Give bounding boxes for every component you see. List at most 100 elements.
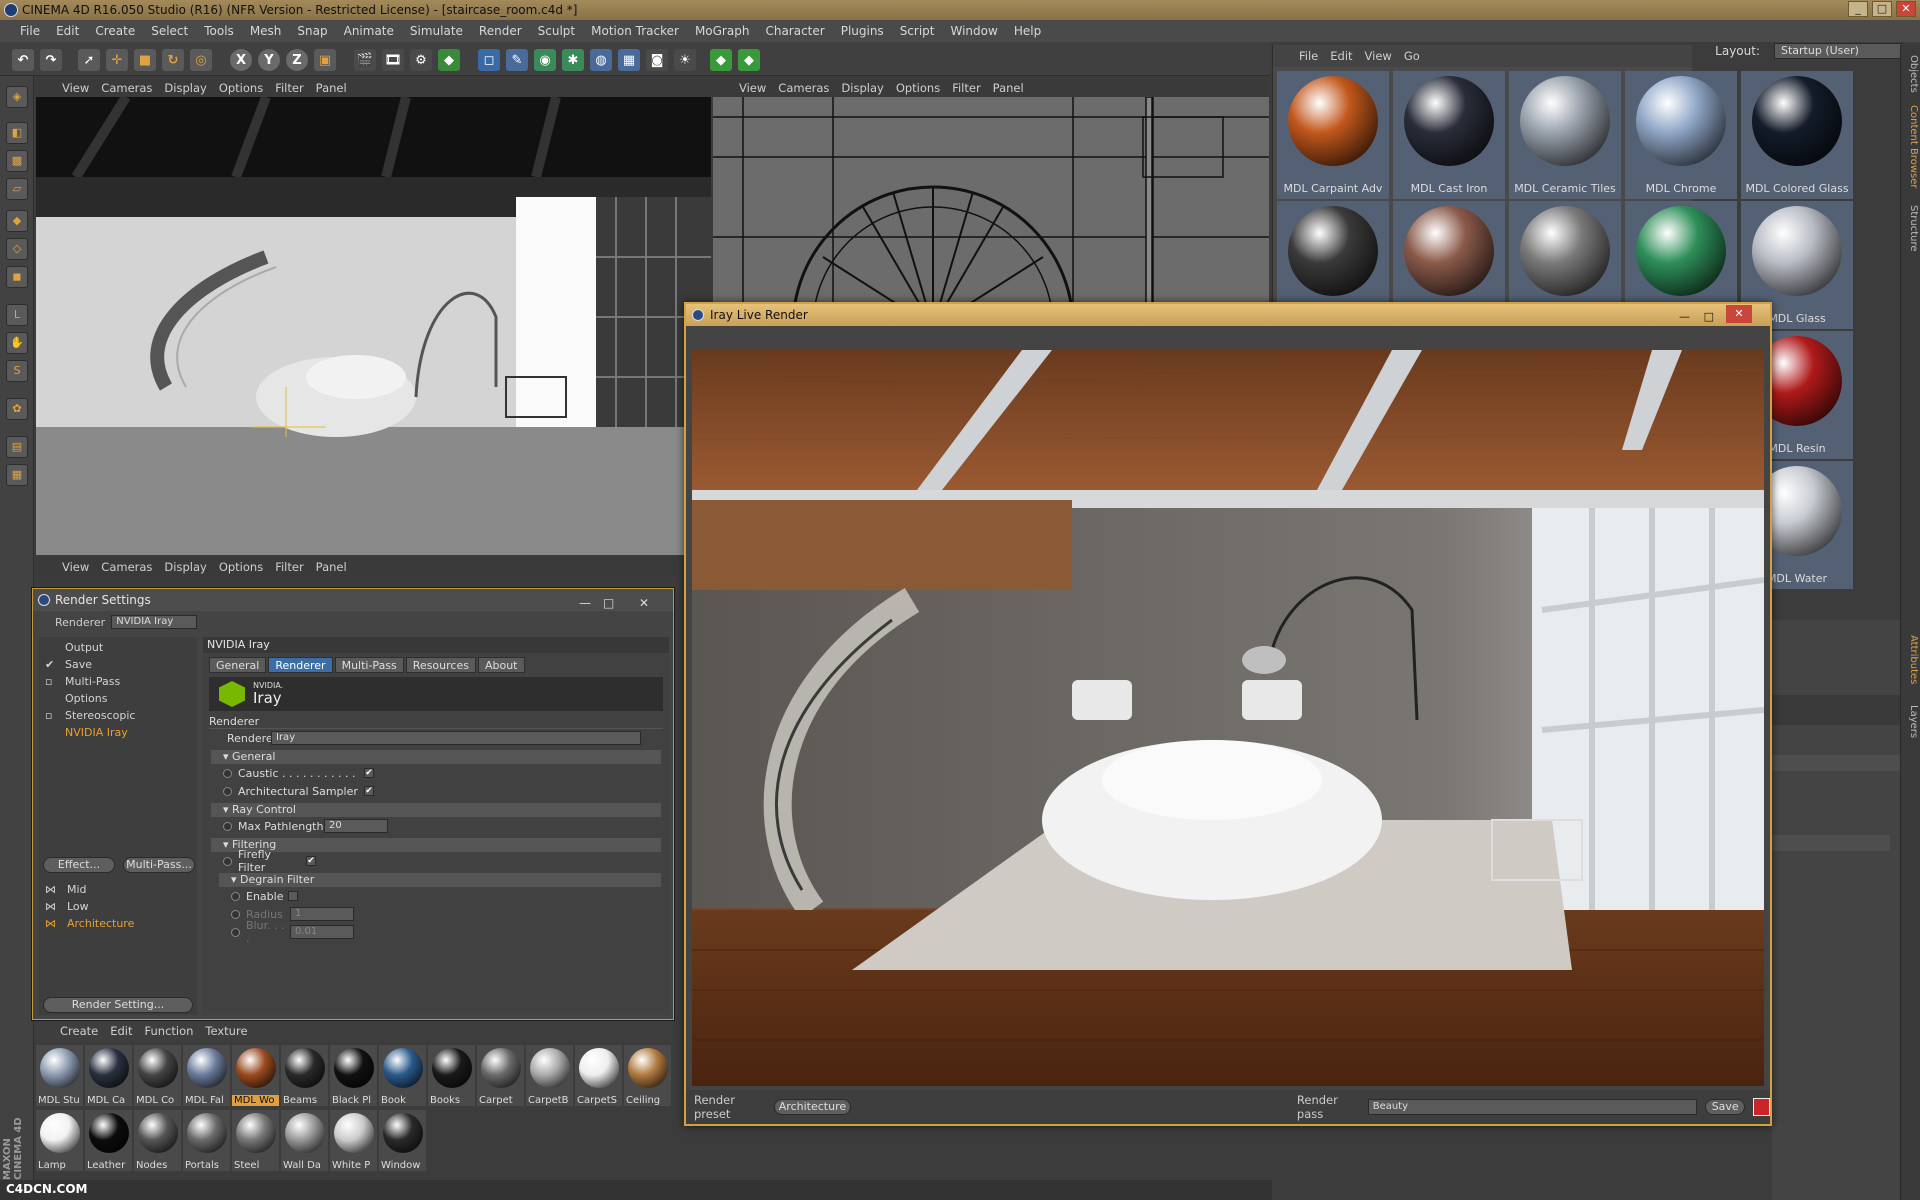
menu-simulate[interactable]: Simulate	[402, 24, 471, 38]
render-preset-button[interactable]: Architecture	[774, 1099, 851, 1115]
rs-close-button[interactable]: ✕	[639, 592, 649, 614]
degrain-section[interactable]: ▾ Degrain Filter	[219, 873, 661, 887]
rotate-icon[interactable]: ↻	[162, 49, 184, 71]
menu-render[interactable]: Render	[471, 24, 530, 38]
menu-create[interactable]: Create	[87, 24, 143, 38]
vp3-menu-options[interactable]: Options	[213, 560, 269, 574]
tree-nvidia-iray[interactable]: NVIDIA Iray	[45, 724, 197, 741]
arch-sampler-anim-icon[interactable]	[223, 786, 232, 796]
edges-mode-icon[interactable]: ◇	[6, 238, 28, 260]
camera-icon[interactable]: ◙	[646, 49, 668, 71]
vp-menu-filter[interactable]: Filter	[269, 81, 309, 95]
tree-output[interactable]: Output	[45, 639, 197, 656]
material-item[interactable]: MDL Wo	[232, 1045, 279, 1106]
tab-layers[interactable]: Layers	[1903, 705, 1919, 738]
vp3-menu-cameras[interactable]: Cameras	[95, 560, 158, 574]
save-button[interactable]: Save	[1705, 1099, 1746, 1115]
firefly-anim-icon[interactable]	[223, 856, 232, 866]
layout-select[interactable]: Startup (User)	[1774, 43, 1902, 59]
undo-icon[interactable]: ↶	[12, 49, 34, 71]
vp2-menu-options[interactable]: Options	[890, 81, 946, 95]
viewport-perspective[interactable]: View Cameras Display Options Filter Pane…	[36, 79, 711, 555]
vp-menu-options[interactable]: Options	[213, 81, 269, 95]
menu-window[interactable]: Window	[943, 24, 1006, 38]
light-icon[interactable]: ☀	[674, 49, 696, 71]
render-settings-icon[interactable]: ⚙	[410, 49, 432, 71]
renderer-select[interactable]: NVIDIA Iray	[111, 615, 198, 629]
ray-control-section[interactable]: ▾ Ray Control	[211, 803, 661, 817]
vp3-menu-filter[interactable]: Filter	[269, 560, 309, 574]
iray-render-icon[interactable]: ◆	[438, 49, 460, 71]
floor-icon[interactable]: ▦	[618, 49, 640, 71]
z-axis-icon[interactable]: Z	[286, 49, 308, 71]
tree-options[interactable]: Options	[45, 690, 197, 707]
minimize-button[interactable]: _	[1848, 1, 1868, 17]
cb-menu-view[interactable]: View	[1359, 49, 1398, 63]
effect-button[interactable]: Effect...	[43, 857, 115, 873]
subdivision-icon[interactable]: ◉	[534, 49, 556, 71]
mat-menu-edit[interactable]: Edit	[104, 1024, 138, 1038]
vp2-menu-display[interactable]: Display	[835, 81, 889, 95]
max-path-field[interactable]: 20	[324, 819, 388, 833]
material-item[interactable]: Window	[379, 1110, 426, 1171]
recent-tool-icon[interactable]: ◎	[190, 49, 212, 71]
content-browser-item[interactable]: MDL Cast Iron	[1393, 71, 1505, 199]
caustic-checkbox[interactable]: ✔	[364, 768, 374, 778]
multipass-button[interactable]: Multi-Pass...	[123, 857, 195, 873]
menu-plugins[interactable]: Plugins	[833, 24, 892, 38]
menu-file[interactable]: File	[12, 24, 48, 38]
max-path-anim-icon[interactable]	[223, 821, 232, 831]
render-setting-button[interactable]: Render Setting...	[43, 997, 193, 1013]
arch-sampler-checkbox[interactable]: ✔	[364, 786, 374, 796]
rs-minimize-button[interactable]: —	[579, 592, 591, 614]
deformer-icon[interactable]: ◍	[590, 49, 612, 71]
render-picture-viewer-icon[interactable]: 🎞	[382, 49, 404, 71]
scale-icon[interactable]: ■	[134, 49, 156, 71]
tree-stereoscopic[interactable]: ▫ Stereoscopic	[45, 707, 197, 724]
material-item[interactable]: Black Pl	[330, 1045, 377, 1106]
material-item[interactable]: Carpet	[477, 1045, 524, 1106]
rs-maximize-button[interactable]: □	[603, 592, 614, 614]
tab-objects[interactable]: Objects	[1903, 55, 1919, 93]
material-item[interactable]: MDL Co	[134, 1045, 181, 1106]
menu-script[interactable]: Script	[892, 24, 943, 38]
layer-icon[interactable]: ▦	[6, 464, 28, 486]
iray-material-icon[interactable]: ◆	[710, 49, 732, 71]
points-mode-icon[interactable]: ◆	[6, 210, 28, 232]
cb-menu-file[interactable]: File	[1293, 49, 1324, 63]
y-axis-icon[interactable]: Y	[258, 49, 280, 71]
material-item[interactable]: Beams	[281, 1045, 328, 1106]
vp2-menu-panel[interactable]: Panel	[987, 81, 1030, 95]
vp3-menu-view[interactable]: View	[56, 560, 95, 574]
redo-icon[interactable]: ↷	[40, 49, 62, 71]
tab-renderer[interactable]: Renderer	[268, 657, 333, 673]
cloner-icon[interactable]: ✱	[562, 49, 584, 71]
tab-general[interactable]: General	[209, 657, 267, 673]
texture-mode-icon[interactable]: ▩	[6, 150, 28, 172]
material-item[interactable]: MDL Fal	[183, 1045, 230, 1106]
iray-close-button[interactable]: ✕	[1726, 305, 1752, 323]
maximize-button[interactable]: □	[1872, 1, 1892, 17]
tab-multipass[interactable]: Multi-Pass	[334, 657, 404, 673]
soft-selection-icon[interactable]: ✿	[6, 398, 28, 420]
cb-menu-go[interactable]: Go	[1398, 49, 1426, 63]
caustic-anim-icon[interactable]	[223, 768, 232, 778]
vp-menu-panel[interactable]: Panel	[310, 81, 353, 95]
menu-mograph[interactable]: MoGraph	[687, 24, 758, 38]
snap-icon[interactable]: S	[6, 360, 28, 382]
iray-maximize-button[interactable]: □	[1704, 306, 1714, 328]
mat-menu-function[interactable]: Function	[139, 1024, 200, 1038]
content-browser-item[interactable]: MDL Carpaint Adv	[1277, 71, 1389, 199]
spline-pen-icon[interactable]: ✎	[506, 49, 528, 71]
tree-save[interactable]: ✔ Save	[45, 656, 197, 673]
menu-mesh[interactable]: Mesh	[242, 24, 290, 38]
menu-edit[interactable]: Edit	[48, 24, 87, 38]
x-axis-icon[interactable]: X	[230, 49, 252, 71]
enable-checkbox[interactable]	[288, 891, 298, 901]
material-item[interactable]: Book	[379, 1045, 426, 1106]
tab-attributes[interactable]: Attributes	[1903, 635, 1919, 684]
move-icon[interactable]: ✛	[106, 49, 128, 71]
menu-snap[interactable]: Snap	[289, 24, 335, 38]
make-editable-icon[interactable]: ◈	[6, 86, 28, 108]
material-item[interactable]: CarpetS	[575, 1045, 622, 1106]
